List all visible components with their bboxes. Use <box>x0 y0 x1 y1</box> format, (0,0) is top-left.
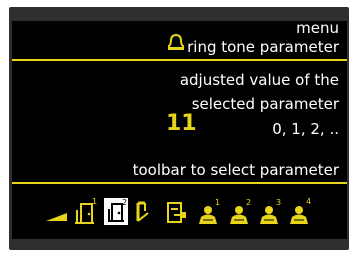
handset-icon[interactable] <box>133 195 155 229</box>
value-range: 0, 1, 2, .. <box>272 120 339 138</box>
menu-label: menu <box>296 19 339 37</box>
user-1-icon[interactable]: 1 <box>197 195 225 229</box>
user-3-icon[interactable]: 3 <box>258 195 286 229</box>
parameter-value: 11 <box>166 111 197 136</box>
user-4-icon[interactable]: 4 <box>288 195 316 229</box>
display-screen: menu ring tone parameter adjusted value … <box>12 19 347 239</box>
adjusted-label-line2: selected parameter <box>191 95 339 113</box>
door-panel-icon[interactable] <box>164 195 190 229</box>
door-bell-1-superscript: 1 <box>92 197 97 206</box>
user-3-superscript: 3 <box>276 198 281 207</box>
door-bell-1-icon[interactable]: 1 <box>72 195 98 229</box>
user-2-icon[interactable]: 2 <box>228 195 256 229</box>
menu-divider <box>12 59 347 61</box>
adjusted-label-line1: adjusted value of the <box>179 71 339 89</box>
door-bell-2-superscript: 2 <box>122 198 127 207</box>
door-bell-2-icon[interactable]: 2 <box>102 195 130 229</box>
user-2-superscript: 2 <box>246 198 251 207</box>
volume-ramp-icon[interactable] <box>45 195 69 229</box>
parameter-toolbar: 1 2 1 2 3 4 <box>12 195 347 229</box>
toolbar-label: toolbar to select parameter <box>132 161 339 179</box>
user-1-superscript: 1 <box>215 198 220 207</box>
user-4-superscript: 4 <box>306 197 311 206</box>
parameter-label: ring tone parameter <box>187 38 339 56</box>
toolbar-divider <box>12 182 347 184</box>
bell-icon <box>166 32 186 52</box>
